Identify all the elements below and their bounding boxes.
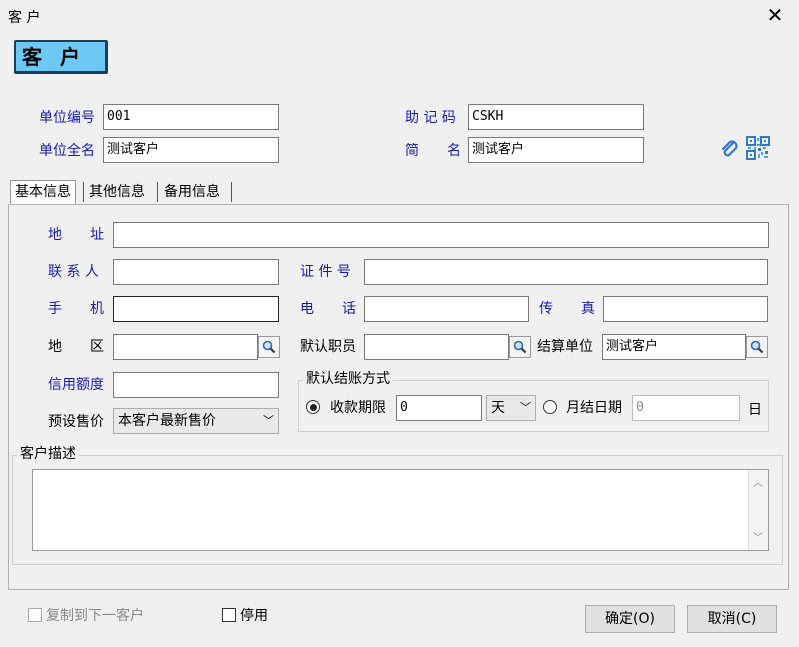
magnifier-icon (262, 340, 276, 354)
short-name-label: 简 名 (405, 143, 461, 159)
phone-input[interactable] (364, 296, 529, 322)
magnifier-icon (513, 340, 527, 354)
radio-selected-dot (309, 403, 317, 411)
mnemonic-label: 助 记 码 (405, 110, 456, 126)
day-suffix-label: 日 (748, 402, 762, 418)
monthly-label: 月结日期 (566, 400, 622, 416)
settle-unit-input[interactable]: 测试客户 (602, 334, 746, 360)
term-unit-select[interactable]: 天 ﹀ (486, 395, 536, 421)
description-textarea[interactable] (32, 469, 769, 551)
credit-limit-input[interactable] (113, 372, 279, 398)
term-input[interactable]: 0 (396, 395, 482, 421)
default-staff-input[interactable] (364, 334, 509, 360)
contact-input[interactable] (113, 259, 279, 285)
full-name-label: 单位全名 (39, 143, 95, 159)
window-title: 客 户 (8, 10, 41, 26)
settlement-group-title: 默认结账方式 (303, 370, 393, 388)
address-label: 地 址 (48, 227, 104, 243)
credit-limit-label: 信用额度 (48, 377, 104, 393)
customer-badge: 客户 (14, 40, 108, 74)
staff-search-button[interactable] (509, 336, 531, 358)
tab-divider (231, 182, 232, 202)
cancel-button[interactable]: 取消(C) (687, 605, 777, 633)
fax-label: 传 真 (539, 301, 595, 317)
term-radio[interactable] (306, 400, 320, 414)
tab-divider (83, 182, 84, 202)
region-label: 地 区 (48, 339, 104, 355)
id-number-label: 证 件 号 (300, 264, 351, 280)
preset-price-label: 预设售价 (48, 414, 104, 430)
settle-unit-label: 结算单位 (537, 339, 593, 355)
chevron-down-icon[interactable]: ﹀ (753, 529, 763, 544)
region-search-button[interactable] (258, 336, 280, 358)
id-number-input[interactable] (364, 259, 768, 285)
description-group-title: 客户描述 (17, 445, 79, 463)
mnemonic-input[interactable]: CSKH (468, 104, 644, 130)
phone-label: 电 话 (300, 301, 356, 317)
copy-next-checkbox[interactable] (28, 608, 42, 622)
monthly-radio[interactable] (543, 400, 557, 414)
disable-label: 停用 (240, 608, 268, 624)
description-scrollbar[interactable]: ︿ ﹀ (748, 470, 768, 550)
term-unit-value: 天 (491, 400, 505, 416)
chevron-up-icon[interactable]: ︿ (753, 474, 763, 489)
magnifier-icon (750, 340, 764, 354)
fax-input[interactable] (603, 296, 768, 322)
preset-price-select[interactable]: 本客户最新售价 ﹀ (113, 408, 279, 434)
chevron-down-icon: ﹀ (520, 401, 531, 414)
contact-label: 联 系 人 (48, 264, 99, 280)
preset-price-value: 本客户最新售价 (118, 413, 216, 429)
close-icon[interactable]: ✕ (763, 3, 787, 27)
chevron-down-icon: ﹀ (263, 414, 274, 427)
ok-button[interactable]: 确定(O) (585, 605, 675, 633)
tab-backup-info[interactable]: 备用信息 (160, 181, 224, 205)
unit-code-input[interactable]: 001 (103, 104, 279, 130)
term-label: 收款期限 (330, 400, 386, 416)
default-staff-label: 默认职员 (300, 339, 356, 355)
mobile-label: 手 机 (48, 301, 104, 317)
short-name-input[interactable]: 测试客户 (468, 137, 644, 163)
copy-next-label: 复制到下一客户 (46, 608, 144, 624)
tab-other-info[interactable]: 其他信息 (85, 181, 149, 205)
region-input[interactable] (113, 334, 258, 360)
disable-checkbox[interactable] (222, 608, 236, 622)
tab-divider (157, 182, 158, 202)
unit-code-label: 单位编号 (39, 110, 95, 126)
full-name-input[interactable]: 测试客户 (103, 137, 279, 163)
monthly-input[interactable]: 0 (632, 395, 740, 421)
tab-basic-info[interactable]: 基本信息 (10, 180, 76, 206)
mobile-input[interactable] (113, 296, 279, 322)
qr-code-icon[interactable] (746, 136, 770, 160)
settle-unit-search-button[interactable] (746, 336, 768, 358)
paperclip-icon[interactable] (718, 138, 740, 160)
address-input[interactable] (113, 222, 769, 248)
